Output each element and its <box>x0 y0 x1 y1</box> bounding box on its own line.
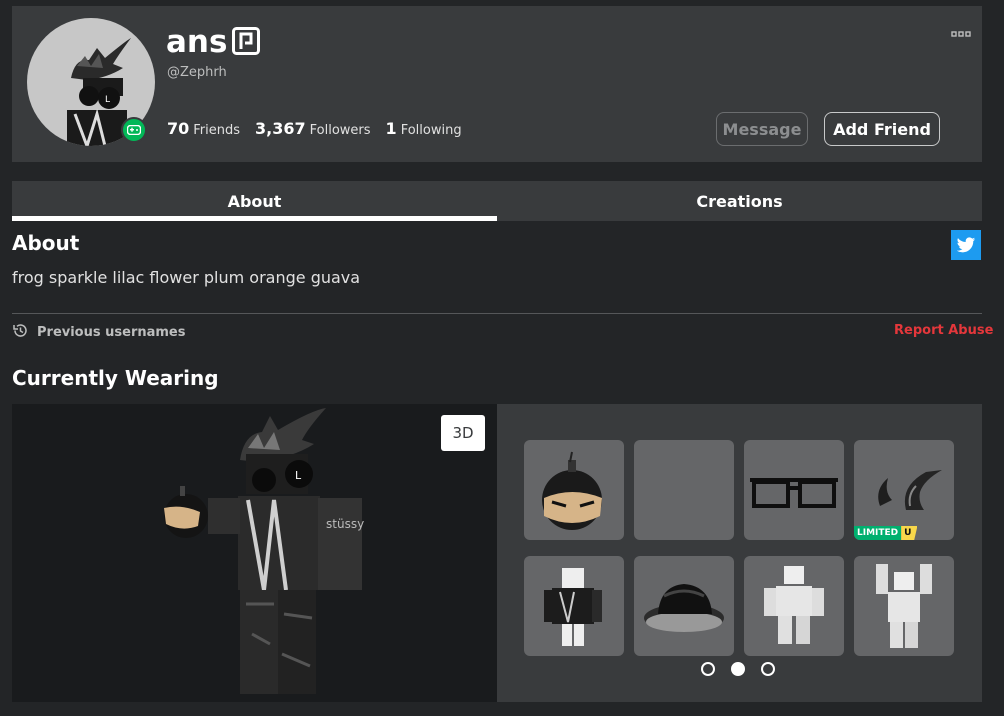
followers-count: 3,367 <box>255 119 306 138</box>
item-glasses[interactable] <box>744 440 844 540</box>
twitter-icon[interactable] <box>951 230 981 260</box>
tab-about[interactable]: About <box>12 181 497 221</box>
bomb-head-icon <box>542 451 602 530</box>
limited-u-label: U <box>901 526 918 540</box>
pagination-dot-2[interactable] <box>731 662 745 676</box>
svg-text:stüssy: stüssy <box>326 517 364 531</box>
following-count: 1 <box>385 119 397 138</box>
avatar-pose-icon <box>764 566 824 644</box>
history-icon <box>12 322 29 343</box>
item-hat[interactable] <box>634 556 734 656</box>
presence-game-icon <box>121 117 147 143</box>
about-description: frog sparkle lilac flower plum orange gu… <box>12 268 361 287</box>
profile-stats: 70 Friends 3,367 Followers 1 Following <box>167 119 462 138</box>
message-button[interactable]: Message <box>716 112 808 146</box>
avatar-arms-up-icon <box>876 564 932 648</box>
username: @Zephrh <box>167 65 227 80</box>
svg-text:L: L <box>295 469 302 482</box>
stat-followers[interactable]: 3,367 Followers <box>255 119 371 138</box>
friends-count: 70 <box>167 119 190 138</box>
divider <box>12 313 982 314</box>
about-heading: About <box>12 231 80 255</box>
followers-label: Followers <box>309 123 371 138</box>
hat-icon <box>644 584 724 632</box>
display-name: ans <box>166 24 228 60</box>
avatar-viewer[interactable]: L stüssy <box>12 404 497 702</box>
active-tab-indicator <box>12 216 497 221</box>
item-bomb-head[interactable] <box>524 440 624 540</box>
previous-usernames-link[interactable]: Previous usernames <box>12 322 185 343</box>
premium-icon <box>232 27 260 55</box>
wearing-items-panel: LIMITED U <box>497 404 982 702</box>
limited-label: LIMITED <box>854 526 902 540</box>
stat-friends[interactable]: 70 Friends <box>167 119 240 138</box>
currently-wearing-heading: Currently Wearing <box>12 366 219 390</box>
glasses-icon <box>750 478 838 508</box>
item-shirt[interactable] <box>524 556 624 656</box>
item-avatar[interactable] <box>744 556 844 656</box>
profile-tabs: About Creations <box>12 181 982 221</box>
toggle-3d-button[interactable]: 3D <box>441 415 485 451</box>
more-options-icon[interactable] <box>951 22 971 37</box>
horns-icon <box>878 470 942 510</box>
svg-text:L: L <box>105 95 110 105</box>
pagination-dot-3[interactable] <box>761 662 775 676</box>
following-label: Following <box>400 123 462 138</box>
report-abuse-link[interactable]: Report Abuse <box>894 323 993 338</box>
friends-label: Friends <box>193 123 241 138</box>
shirt-avatar-icon <box>544 568 602 646</box>
previous-usernames-label: Previous usernames <box>37 325 186 340</box>
item-horns[interactable]: LIMITED U <box>854 440 954 540</box>
pagination-dot-1[interactable] <box>701 662 715 676</box>
limited-badge: LIMITED U <box>854 526 918 540</box>
tab-creations[interactable]: Creations <box>497 181 982 221</box>
add-friend-button[interactable]: Add Friend <box>824 112 940 146</box>
item-empty[interactable] <box>634 440 734 540</box>
stat-following[interactable]: 1 Following <box>386 119 462 138</box>
item-avatar-arms-up[interactable] <box>854 556 954 656</box>
